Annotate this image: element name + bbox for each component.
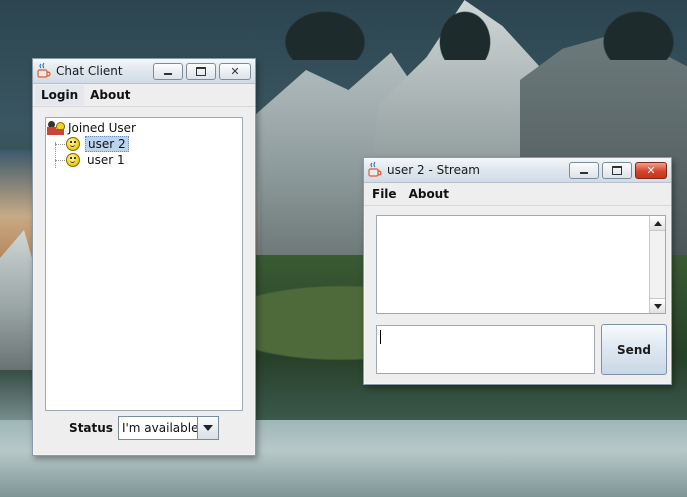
chevron-down-icon (202, 425, 213, 431)
maximize-icon (612, 165, 622, 175)
minimize-button[interactable] (569, 161, 599, 179)
java-coffee-icon (368, 162, 382, 177)
text-caret (380, 330, 381, 344)
close-icon: ✕ (230, 64, 240, 78)
stream-window: user 2 - Stream ✕ File About Send (363, 157, 672, 385)
message-input[interactable] (376, 325, 595, 374)
menu-about[interactable]: About (84, 85, 136, 105)
window-title: Chat Client (56, 64, 123, 78)
maximize-icon (196, 66, 206, 76)
close-button[interactable]: ✕ (219, 62, 251, 80)
tree-user-item[interactable]: user 2 (66, 136, 129, 152)
tree-user-label: user 1 (87, 153, 125, 167)
chat-client-menubar: Login About (33, 84, 255, 107)
maximize-button[interactable] (186, 62, 216, 80)
dropdown-arrow-button[interactable] (196, 417, 218, 439)
user-tree[interactable]: Joined User user 2 user 1 (45, 117, 243, 411)
menu-about[interactable]: About (403, 184, 455, 204)
scroll-down-button[interactable] (650, 298, 665, 313)
window-title: user 2 - Stream (387, 163, 480, 177)
users-group-icon (47, 121, 65, 135)
status-row: Status I'm available (33, 415, 255, 441)
stream-menubar: File About (364, 183, 671, 206)
chat-client-titlebar[interactable]: Chat Client ✕ (33, 59, 255, 84)
chat-history-area[interactable] (376, 215, 666, 314)
menu-login[interactable]: Login (35, 85, 85, 105)
tree-user-label: user 2 (85, 136, 129, 152)
arrow-up-icon (653, 220, 662, 226)
send-button[interactable]: Send (601, 324, 667, 375)
stream-titlebar[interactable]: user 2 - Stream ✕ (364, 158, 671, 183)
minimize-icon (164, 72, 172, 75)
scroll-up-button[interactable] (650, 216, 665, 231)
status-dropdown[interactable]: I'm available (117, 416, 219, 440)
tree-root[interactable]: Joined User (47, 120, 136, 136)
smiley-icon (66, 137, 80, 151)
tree-root-label: Joined User (68, 121, 136, 135)
maximize-button[interactable] (602, 161, 632, 179)
minimize-button[interactable] (153, 62, 183, 80)
chat-client-window: Chat Client ✕ Login About Joined User us… (32, 58, 256, 456)
close-button[interactable]: ✕ (635, 161, 667, 179)
java-coffee-icon (37, 63, 51, 78)
close-icon: ✕ (646, 163, 656, 177)
vertical-scrollbar[interactable] (649, 216, 665, 313)
status-value: I'm available (121, 421, 197, 435)
minimize-icon (580, 171, 588, 174)
menu-file[interactable]: File (366, 184, 403, 204)
tree-user-item[interactable]: user 1 (66, 152, 127, 168)
status-label: Status (69, 421, 113, 435)
smiley-icon (66, 153, 80, 167)
arrow-down-icon (653, 303, 662, 309)
